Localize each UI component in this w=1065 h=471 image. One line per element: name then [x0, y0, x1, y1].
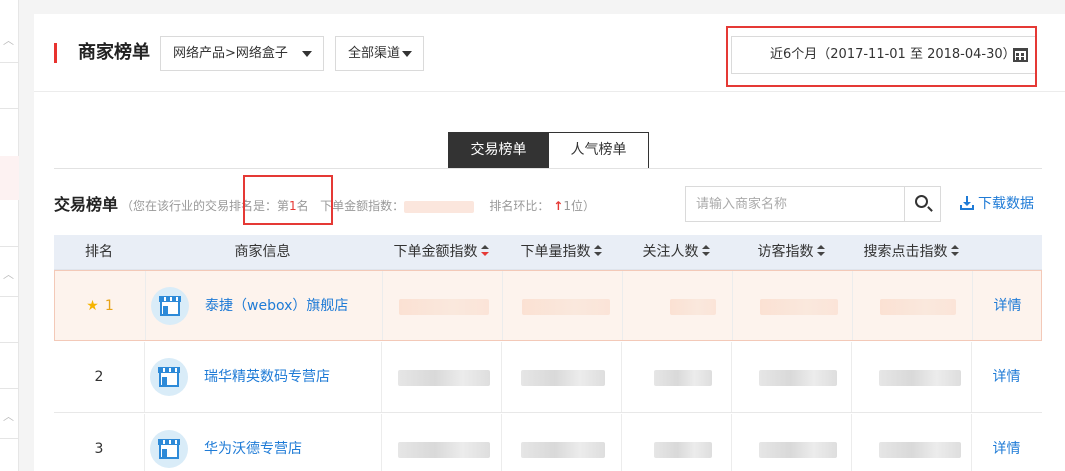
masked-value [521, 442, 605, 458]
sidebar-item-active[interactable] [0, 156, 19, 200]
annotation-highlight-box [726, 26, 1037, 87]
sort-icon[interactable] [480, 245, 489, 257]
shop-icon [151, 287, 189, 325]
sidebar-divider [0, 246, 19, 247]
column-header-order-count-index[interactable]: 下单量指数 [501, 235, 621, 270]
table-row: 2 瑞华精英数码专营店 详情 [54, 342, 1042, 413]
masked-value [670, 299, 716, 315]
shop-search [685, 186, 941, 222]
rank-cell: 2 [54, 342, 144, 413]
column-label: 商家信息 [234, 244, 291, 260]
page-title: 商家榜单 [78, 42, 150, 63]
sidebar-divider [0, 342, 19, 343]
shop-search-input[interactable] [686, 187, 906, 221]
masked-value [760, 299, 838, 315]
column-label: 关注人数 [642, 244, 699, 260]
column-label: 下单金额指数 [393, 244, 478, 260]
shop-name-link[interactable]: 泰捷（webox）旗舰店 [205, 271, 348, 342]
rank-change-value: 1位 [563, 199, 583, 213]
page-header: 商家榜单 网络产品>网络盒子 全部渠道 近6个月（2017-11-01 至 20… [34, 14, 1065, 92]
masked-value [398, 442, 490, 458]
channel-value: 全部渠道 [348, 46, 401, 61]
rank-number: 2 [94, 369, 104, 385]
close-paren: ） [582, 199, 595, 213]
download-icon [960, 196, 974, 210]
column-label: 搜索点击指数 [863, 244, 948, 260]
masked-value [879, 370, 961, 386]
product-category-value: 网络产品>网络盒子 [173, 46, 288, 61]
column-header-rank: 排名 [54, 235, 144, 270]
channel-dropdown[interactable]: 全部渠道 [335, 36, 424, 71]
shop-name-link[interactable]: 瑞华精英数码专营店 [204, 342, 330, 413]
caret-down-icon [402, 51, 412, 57]
masked-value [521, 370, 605, 386]
rank-cell: 3 [54, 414, 144, 471]
sort-icon[interactable] [701, 245, 710, 257]
shop-icon [150, 430, 188, 468]
sort-icon[interactable] [816, 245, 825, 257]
masked-value [654, 442, 712, 458]
column-label: 排名 [85, 244, 113, 260]
masked-value [880, 299, 956, 315]
chevron-up-icon[interactable]: ︿ [3, 35, 14, 46]
detail-link[interactable]: 详情 [971, 414, 1042, 471]
column-label: 下单量指数 [520, 244, 591, 260]
tab-trade-ranking[interactable]: 交易榜单 [448, 132, 549, 169]
masked-value [654, 370, 712, 386]
sidebar-divider [0, 296, 19, 297]
sort-icon[interactable] [593, 245, 602, 257]
masked-value [879, 442, 961, 458]
left-sidebar: ︿ ︿ ︿ [0, 0, 19, 471]
chevron-up-icon[interactable]: ︿ [3, 411, 14, 422]
column-header-order-amount-index[interactable]: 下单金额指数 [381, 235, 501, 270]
caret-down-icon [302, 51, 312, 57]
masked-value [759, 370, 837, 386]
rank-number: 3 [94, 441, 104, 457]
column-header-shop-info: 商家信息 [144, 235, 381, 270]
search-icon-handle [927, 206, 933, 212]
masked-value [522, 299, 610, 315]
sidebar-divider [0, 108, 19, 109]
masked-value [759, 442, 837, 458]
column-header-search-click-index[interactable]: 搜索点击指数 [851, 235, 971, 270]
rank-number: 1 [104, 298, 114, 314]
product-category-dropdown[interactable]: 网络产品>网络盒子 [160, 36, 324, 71]
search-icon [915, 195, 928, 208]
column-label: 访客指数 [757, 244, 814, 260]
shop-icon [150, 358, 188, 396]
detail-link[interactable]: 详情 [972, 271, 1043, 342]
search-button[interactable] [904, 187, 940, 221]
detail-link[interactable]: 详情 [971, 342, 1042, 413]
order-index-value-masked [404, 200, 475, 213]
main-panel: 商家榜单 网络产品>网络盒子 全部渠道 近6个月（2017-11-01 至 20… [34, 14, 1065, 471]
section-title: 交易榜单 [54, 195, 119, 214]
masked-value [398, 370, 490, 386]
shop-name-link[interactable]: 华为沃德专营店 [204, 414, 302, 471]
annotation-highlight-box [243, 175, 333, 225]
arrow-up-icon: ↑ [553, 199, 564, 213]
rank-cell: ★ 1 [55, 271, 145, 342]
tab-popularity-ranking[interactable]: 人气榜单 [548, 132, 649, 169]
column-header-followers[interactable]: 关注人数 [621, 235, 731, 270]
sidebar-divider [0, 388, 19, 389]
download-data-link[interactable]: 下载数据 [960, 194, 1034, 214]
chevron-up-icon[interactable]: ︿ [3, 269, 14, 280]
download-label: 下载数据 [978, 196, 1034, 212]
table-row: 3 华为沃德专营店 详情 [54, 414, 1042, 471]
star-icon: ★ [86, 298, 99, 314]
masked-value [399, 299, 489, 315]
sidebar-divider [0, 438, 19, 439]
tab-divider [54, 168, 1042, 169]
sidebar-divider [0, 62, 19, 63]
table-row: ★ 1 泰捷（webox）旗舰店 详情 [54, 270, 1042, 341]
rank-change-label: 排名环比： [489, 199, 550, 213]
column-header-visitor-index[interactable]: 访客指数 [731, 235, 851, 270]
table-header: 排名 商家信息 下单金额指数 下单量指数 关注人数 访客指数 搜索点击指数 [54, 235, 1042, 270]
rank-info: （您在该行业的交易排名是：第1名 下单金额指数： 排名环比： ↑1位） [121, 197, 595, 215]
sort-icon[interactable] [950, 245, 959, 257]
title-accent-bar [54, 43, 57, 63]
